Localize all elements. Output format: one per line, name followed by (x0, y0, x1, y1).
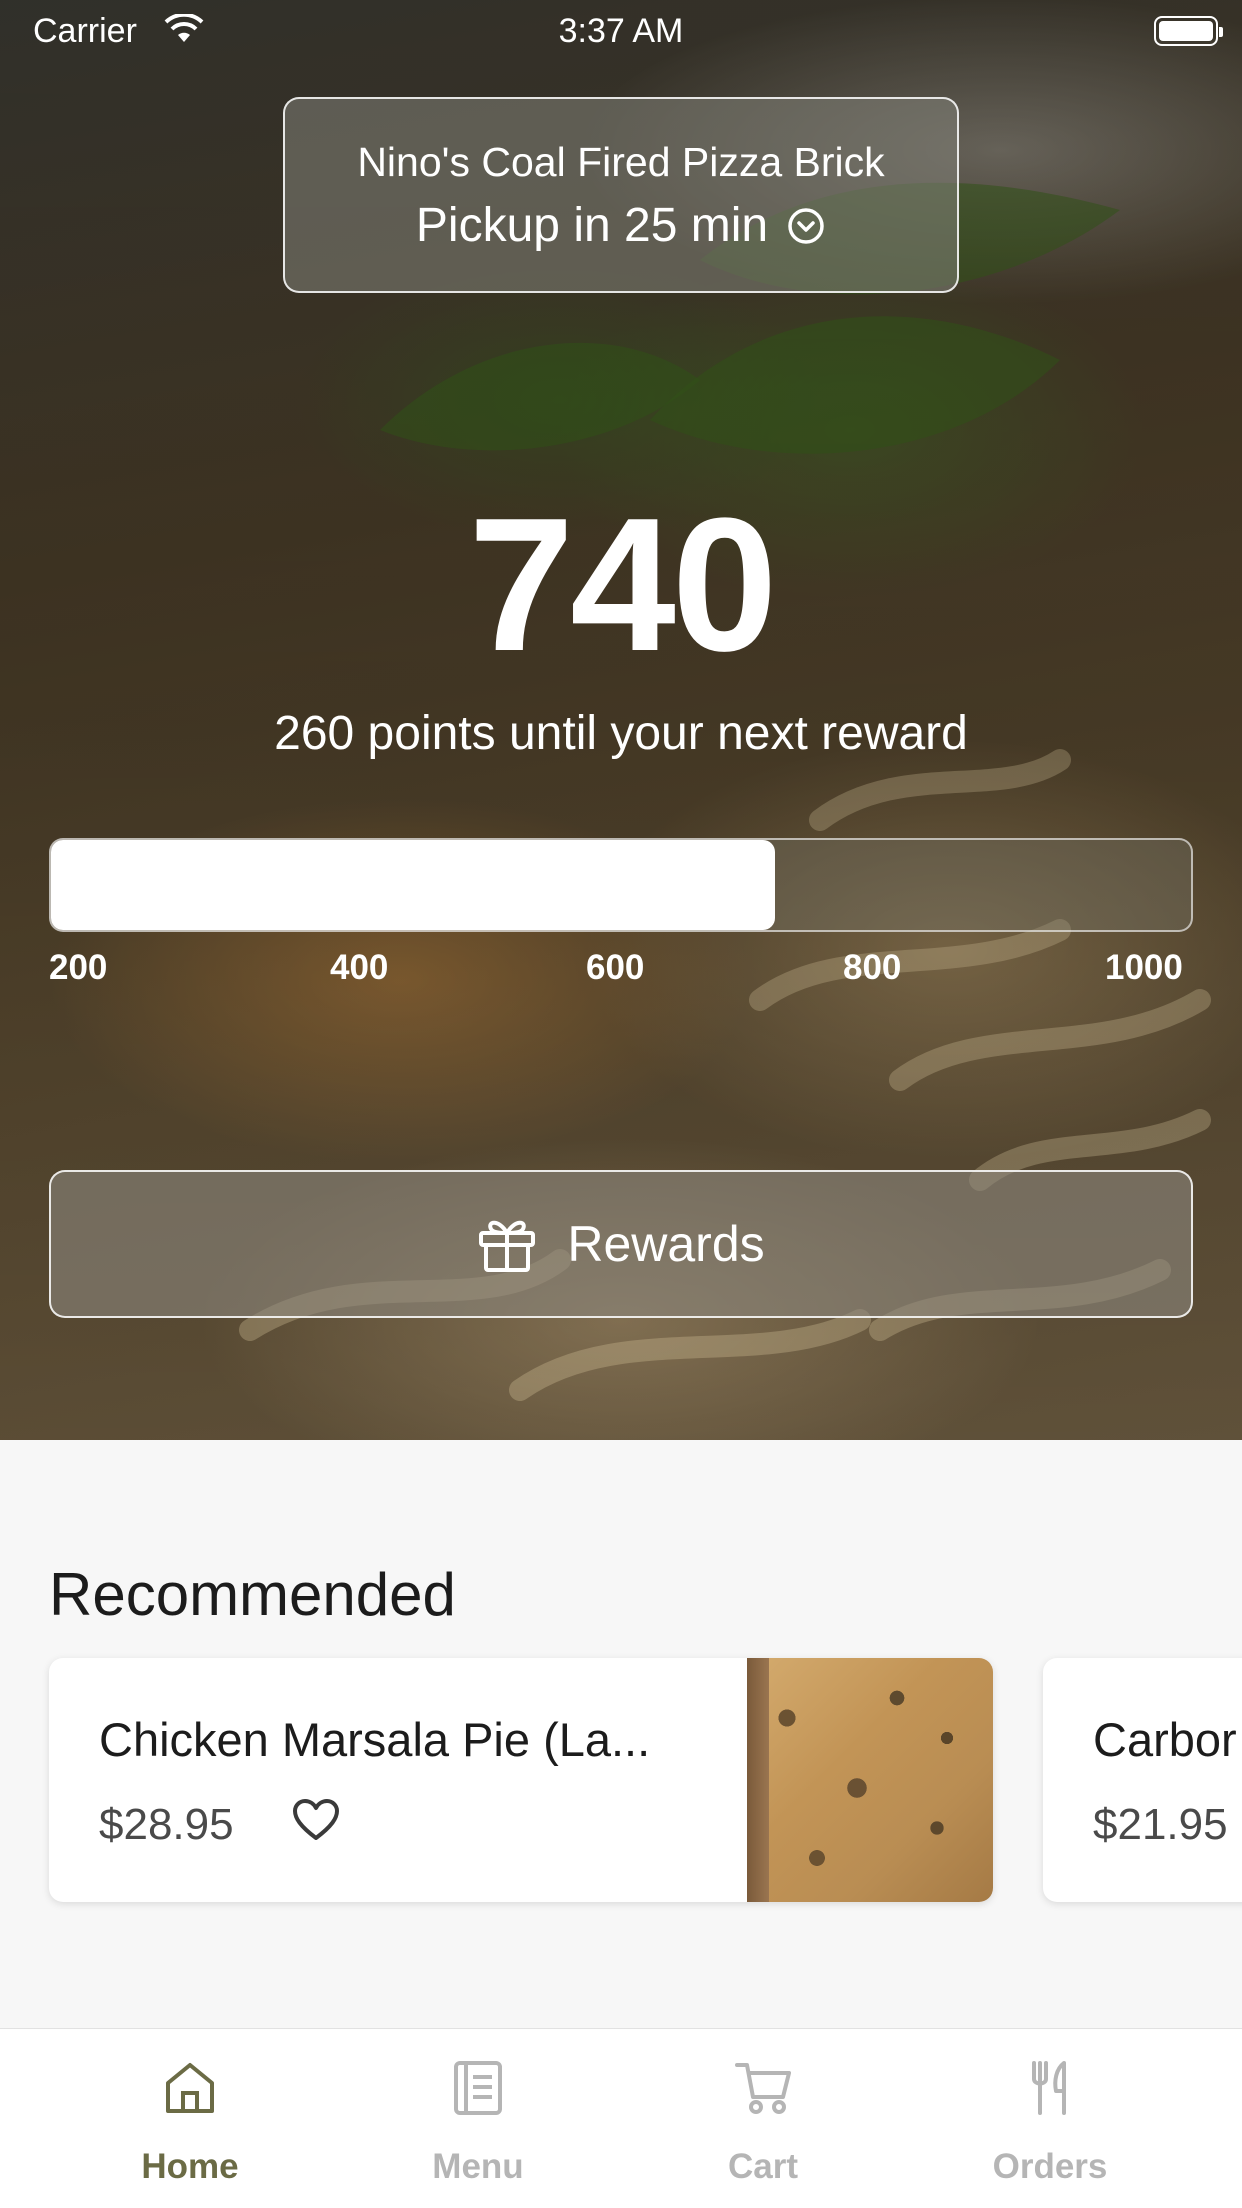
rewards-progress-bar (49, 838, 1193, 932)
location-selector[interactable]: Nino's Coal Fired Pizza Brick Pickup in … (283, 97, 959, 293)
home-icon (166, 2063, 214, 2113)
tab-label: Orders (992, 2147, 1108, 2186)
restaurant-name: Nino's Coal Fired Pizza Brick (357, 139, 885, 185)
menu-book-icon (454, 2061, 502, 2115)
bottom-tab-bar: Home Menu Cart Orders (0, 2028, 1242, 2208)
tick-label: 600 (586, 948, 645, 987)
progress-tick-labels: 200 400 600 800 1000 (49, 948, 1193, 992)
tab-orders[interactable]: Orders (950, 2029, 1150, 2208)
heart-icon[interactable] (292, 1798, 340, 1842)
tick-label: 200 (49, 948, 108, 987)
status-bar: Carrier 3:37 AM (0, 0, 1242, 62)
item-price: $21.95 (1093, 1800, 1228, 1849)
pizza-image (747, 1658, 993, 1902)
points-balance: 740 (468, 479, 777, 691)
recommended-item-card[interactable]: Chicken Marsala Pie (La... $28.95 (49, 1658, 993, 1902)
rewards-button-label: Rewards (567, 1216, 765, 1272)
chevron-down-circle-icon (788, 207, 824, 244)
tab-label: Cart (727, 2147, 799, 2186)
tab-home[interactable]: Home (90, 2029, 290, 2208)
gift-icon (479, 1220, 536, 1272)
recommended-item-card[interactable]: Carbor $21.95 (1043, 1658, 1242, 1902)
points-until-reward: 260 points until your next reward (274, 707, 968, 760)
item-name: Chicken Marsala Pie (La... (99, 1713, 651, 1766)
pickup-time-row: Pickup in 25 min (285, 198, 957, 253)
item-name: Carbor (1093, 1713, 1237, 1766)
tick-label: 1000 (1105, 948, 1183, 987)
tab-menu[interactable]: Menu (378, 2029, 578, 2208)
tick-label: 400 (330, 948, 389, 987)
clock: 3:37 AM (558, 12, 684, 50)
pickup-time: Pickup in 25 min (415, 199, 769, 252)
fork-knife-icon (1032, 2061, 1066, 2115)
rewards-progress-fill (51, 840, 775, 930)
tick-label: 800 (843, 948, 902, 987)
cart-icon (735, 2063, 791, 2114)
item-price: $28.95 (99, 1800, 234, 1849)
tab-label: Home (141, 2147, 239, 2186)
tab-label: Menu (432, 2147, 524, 2186)
recommended-heading: Recommended (49, 1561, 456, 1628)
battery-icon (1154, 16, 1223, 46)
rewards-button[interactable]: Rewards (49, 1170, 1193, 1318)
tab-cart[interactable]: Cart (663, 2029, 863, 2208)
